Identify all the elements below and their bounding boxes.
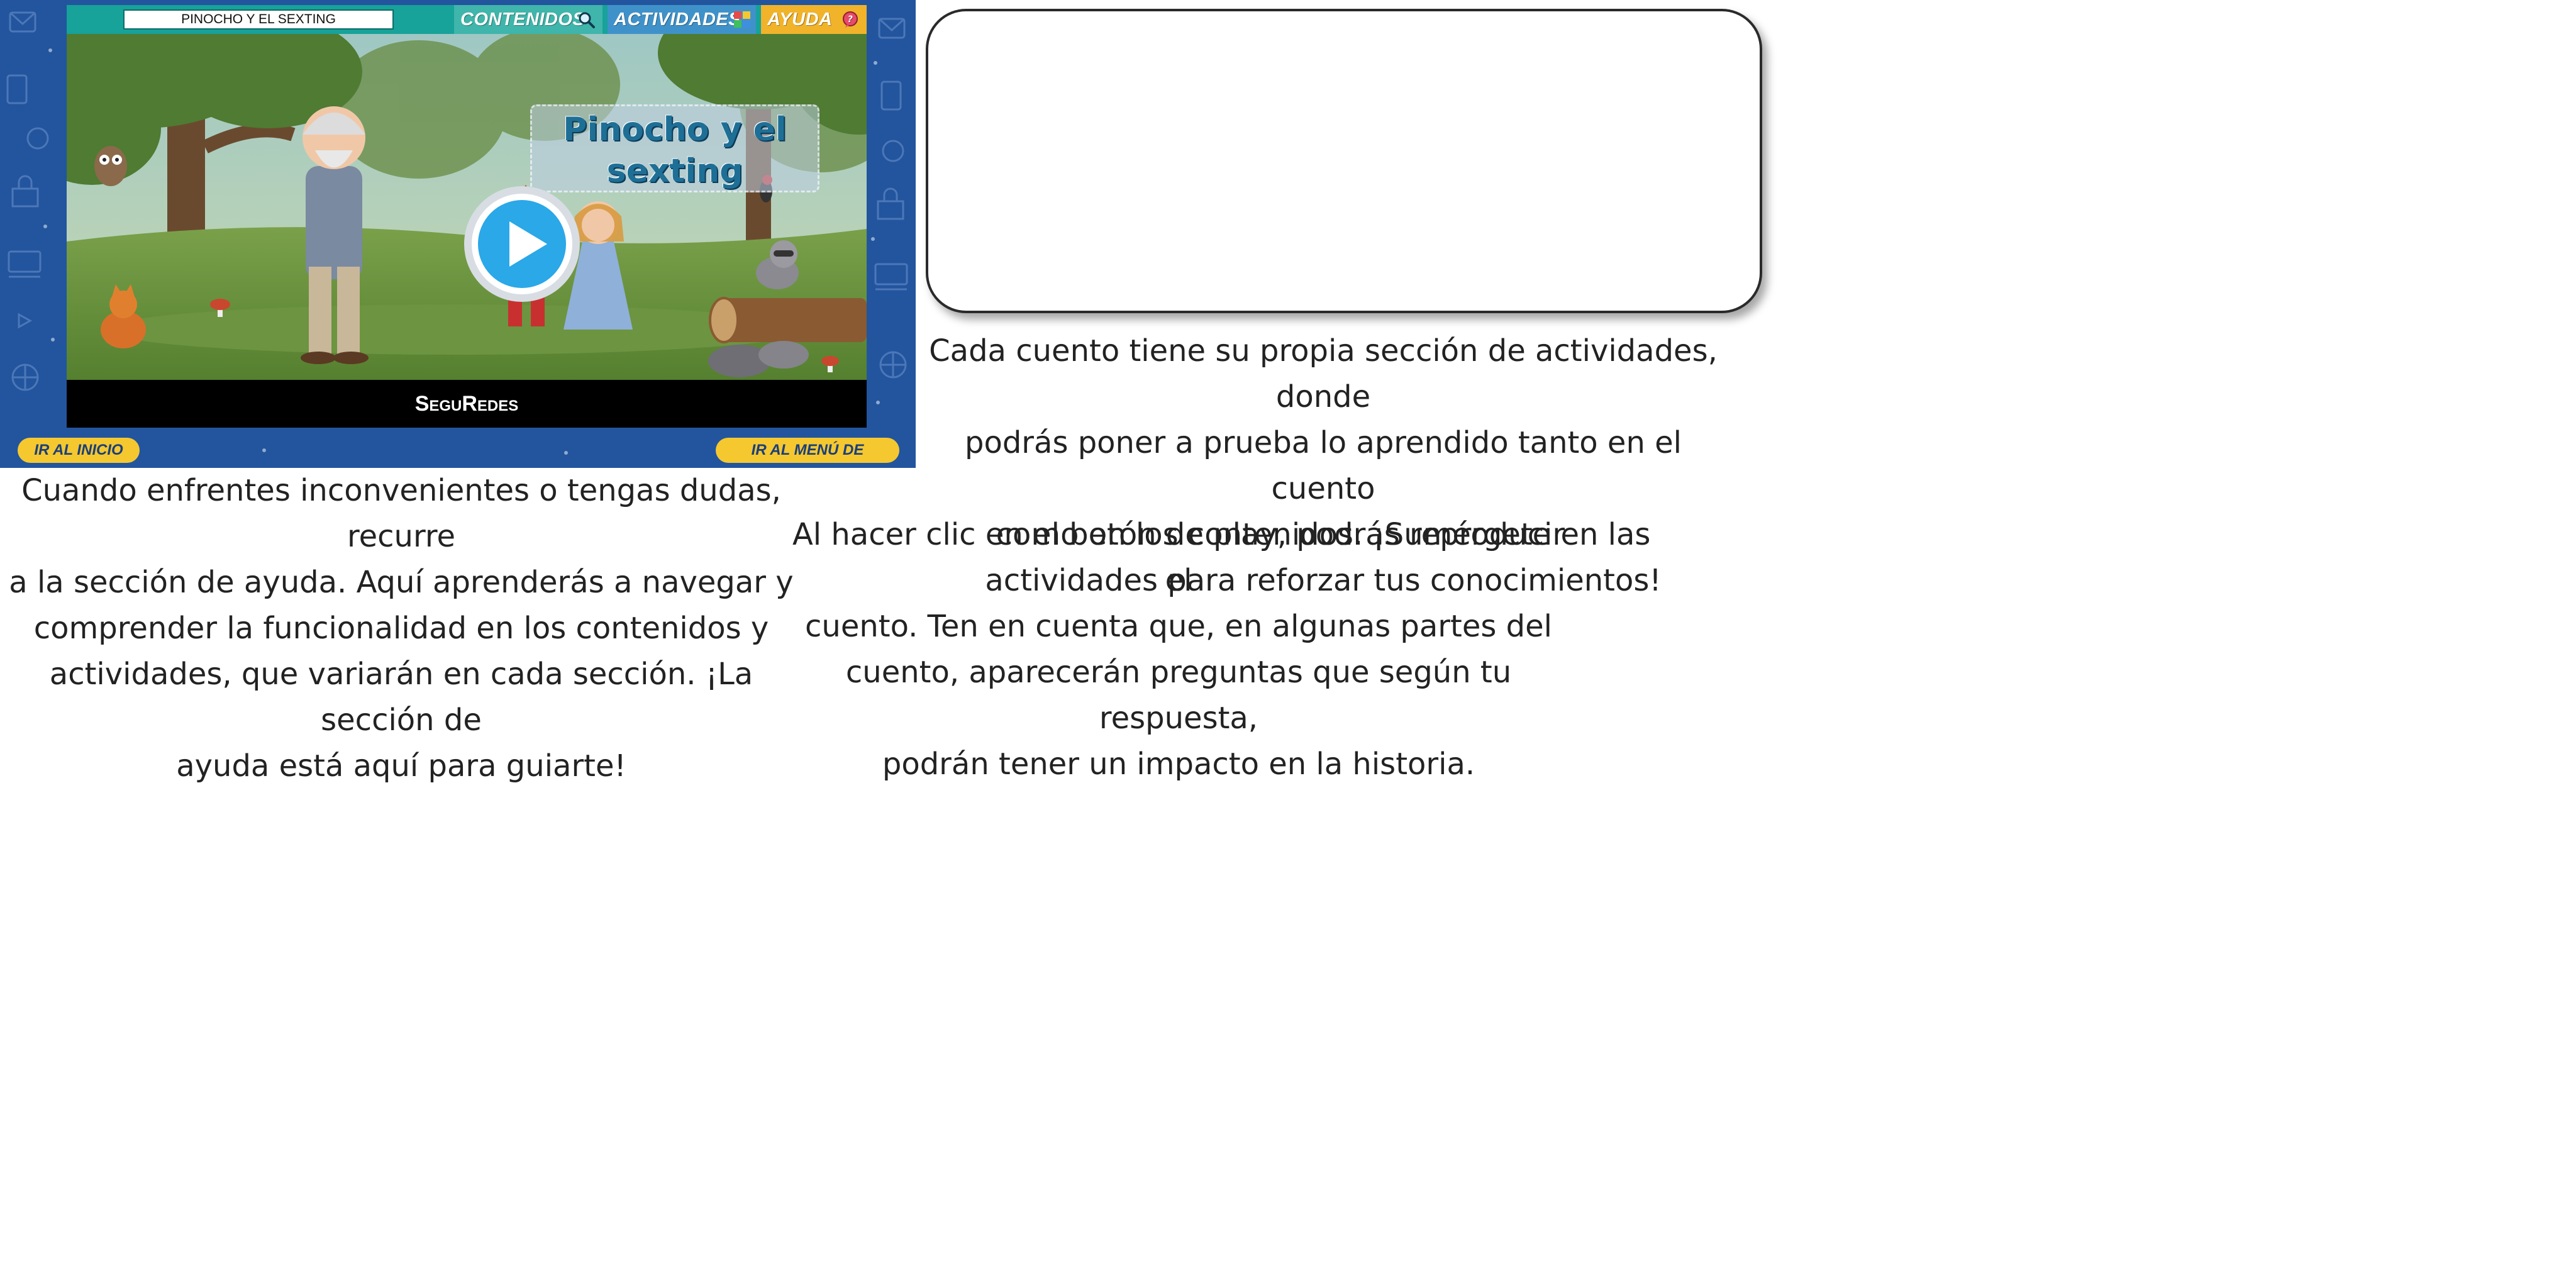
story-title-line-1: Pinocho y el: [563, 111, 787, 148]
rounded-info-panel: [926, 9, 1762, 313]
story-stage: Pinocho y el sexting: [67, 34, 867, 380]
actividades-button[interactable]: ACTIVIDADES: [608, 5, 756, 34]
story-title-line-2: sexting: [606, 152, 743, 190]
play-button[interactable]: [463, 185, 581, 303]
player-top-bar: PINOCHO Y EL SEXTING CONTENIDOS ACTIVIDA…: [67, 5, 867, 34]
contenidos-button[interactable]: CONTENIDOS: [454, 5, 602, 34]
ayuda-label: AYUDA: [767, 9, 833, 30]
svg-text:?: ?: [848, 14, 853, 25]
activities-line-2: podrás poner a prueba lo aprendido tanto…: [964, 425, 1682, 506]
go-home-button[interactable]: IR AL INICIO: [18, 438, 140, 463]
puzzle-icon: [734, 11, 750, 28]
contenidos-label: CONTENIDOS: [460, 9, 586, 30]
help-line-1: Cuando enfrentes inconvenientes o tengas…: [21, 473, 781, 554]
play-line-4: podrán tener un impacto en la historia.: [882, 747, 1475, 782]
play-line-3: cuento, aparecerán preguntas que según t…: [845, 655, 1512, 736]
story-title-field: PINOCHO Y EL SEXTING: [123, 9, 394, 30]
help-line-4: actividades, que variarán en cada secció…: [49, 657, 753, 738]
play-line-1: Al hacer clic en el botón de play, podrá…: [792, 517, 1565, 598]
forest-scene-illustration: [67, 34, 867, 380]
credits-bar: SeguRedes: [67, 380, 867, 428]
activities-line-1: Cada cuento tiene su propia sección de a…: [929, 333, 1718, 414]
help-line-5: ayuda está aquí para guiarte!: [176, 748, 626, 784]
ayuda-button[interactable]: AYUDA ?: [761, 5, 867, 34]
play-line-2: cuento. Ten en cuenta que, en algunas pa…: [805, 609, 1552, 644]
story-player: PINOCHO Y EL SEXTING CONTENIDOS ACTIVIDA…: [0, 0, 916, 468]
help-description: Cuando enfrentes inconvenientes o tengas…: [0, 468, 802, 789]
play-description: Al hacer clic en el botón de play, podrá…: [789, 512, 1568, 787]
story-title-banner: Pinocho y el sexting: [530, 104, 819, 192]
magnifier-icon: [579, 12, 595, 28]
help-line-2: a la sección de ayuda. Aquí aprenderás a…: [9, 565, 794, 600]
actividades-label: ACTIVIDADES: [614, 9, 741, 30]
help-line-3: comprender la funcionalidad en los conte…: [33, 611, 769, 646]
stories-menu-button[interactable]: IR AL MENÚ DE CUENTOS: [716, 438, 899, 468]
help-bubble-icon: ?: [843, 11, 858, 28]
